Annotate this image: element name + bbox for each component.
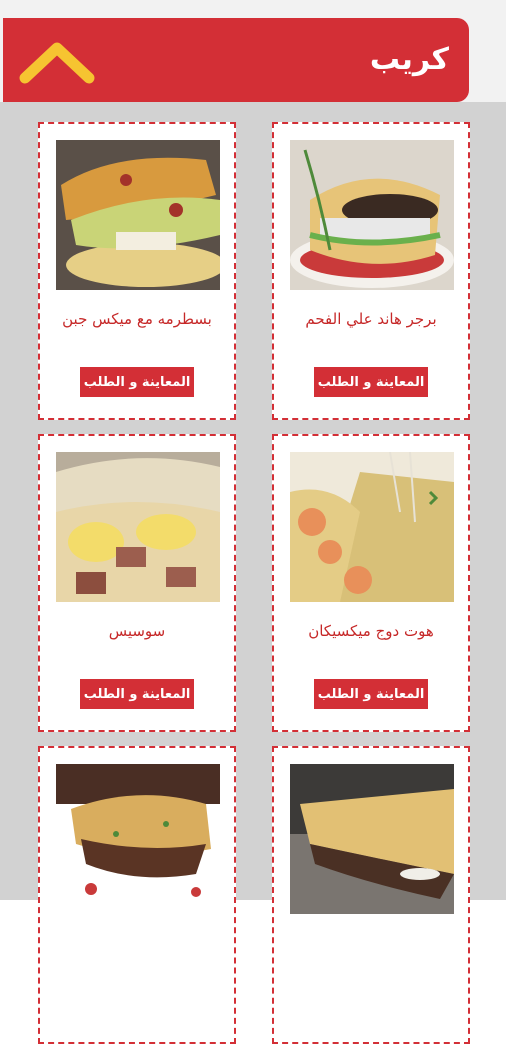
item-name: بسطرمه مع ميكس جبن <box>62 310 212 328</box>
menu-grid: برجر هاند علي الفحم المعاينة و الطلب بسط… <box>38 122 470 1044</box>
food-image <box>56 140 220 290</box>
order-button[interactable]: المعاينة و الطلب <box>314 679 428 709</box>
food-image <box>56 452 220 602</box>
order-button[interactable]: المعاينة و الطلب <box>314 367 428 397</box>
order-button[interactable]: المعاينة و الطلب <box>80 679 194 709</box>
menu-card[interactable] <box>272 746 470 1044</box>
item-name: هوت دوج ميكسيكان <box>308 622 434 640</box>
chevron-up-icon <box>19 42 95 84</box>
item-name: برجر هاند علي الفحم <box>305 310 437 328</box>
collapse-button[interactable] <box>17 40 97 84</box>
page-title: كريب <box>369 42 449 77</box>
food-image <box>290 764 454 914</box>
menu-content: برجر هاند علي الفحم المعاينة و الطلب بسط… <box>0 102 506 1044</box>
menu-card[interactable]: هوت دوج ميكسيكان المعاينة و الطلب <box>272 434 470 732</box>
order-button[interactable]: المعاينة و الطلب <box>80 367 194 397</box>
food-image <box>290 140 454 290</box>
food-image <box>56 764 220 914</box>
food-image <box>290 452 454 602</box>
item-name: سوسيس <box>108 622 166 640</box>
category-header: كريب <box>3 18 469 102</box>
menu-card[interactable] <box>38 746 236 1044</box>
menu-card[interactable]: برجر هاند علي الفحم المعاينة و الطلب <box>272 122 470 420</box>
menu-card[interactable]: سوسيس المعاينة و الطلب <box>38 434 236 732</box>
menu-card[interactable]: بسطرمه مع ميكس جبن المعاينة و الطلب <box>38 122 236 420</box>
